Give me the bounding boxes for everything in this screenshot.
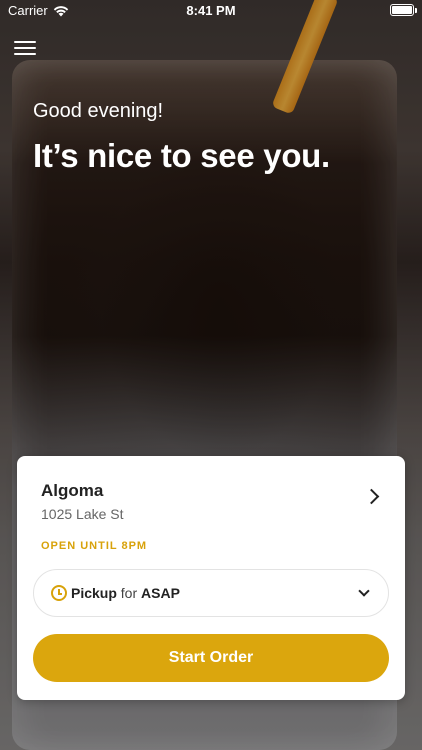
chevron-down-icon: [358, 585, 370, 597]
pickup-time-selector[interactable]: Pickup for ASAP: [33, 569, 389, 617]
store-name: Algoma: [41, 481, 104, 500]
pickup-time: ASAP: [141, 585, 180, 601]
store-card: Algoma 1025 Lake St OPEN UNTIL 8PM Picku…: [17, 456, 405, 700]
menu-bar-line: [14, 47, 36, 49]
store-selector-row[interactable]: Algoma 1025 Lake St: [17, 456, 405, 536]
menu-bar-line: [14, 53, 36, 55]
hamburger-menu-icon[interactable]: [14, 38, 36, 58]
welcome-headline: It’s nice to see you.: [33, 137, 330, 174]
status-right: [390, 4, 417, 16]
start-order-button[interactable]: Start Order: [33, 634, 389, 682]
greeting-text: Good evening!: [33, 100, 164, 122]
battery-fill: [392, 6, 412, 14]
store-address: 1025 Lake St: [41, 506, 124, 522]
store-hours-status: OPEN UNTIL 8PM: [41, 540, 148, 552]
status-time: 8:41 PM: [186, 3, 236, 18]
pickup-mode: Pickup: [71, 585, 117, 601]
pickup-summary: Pickup for ASAP: [71, 585, 180, 601]
status-bar: Carrier 8:41 PM: [0, 0, 422, 22]
battery-icon: [390, 4, 417, 16]
menu-bar-line: [14, 41, 36, 43]
pickup-connector: for: [120, 585, 138, 601]
chevron-right-icon: [363, 488, 380, 505]
clock-icon: [51, 585, 67, 601]
